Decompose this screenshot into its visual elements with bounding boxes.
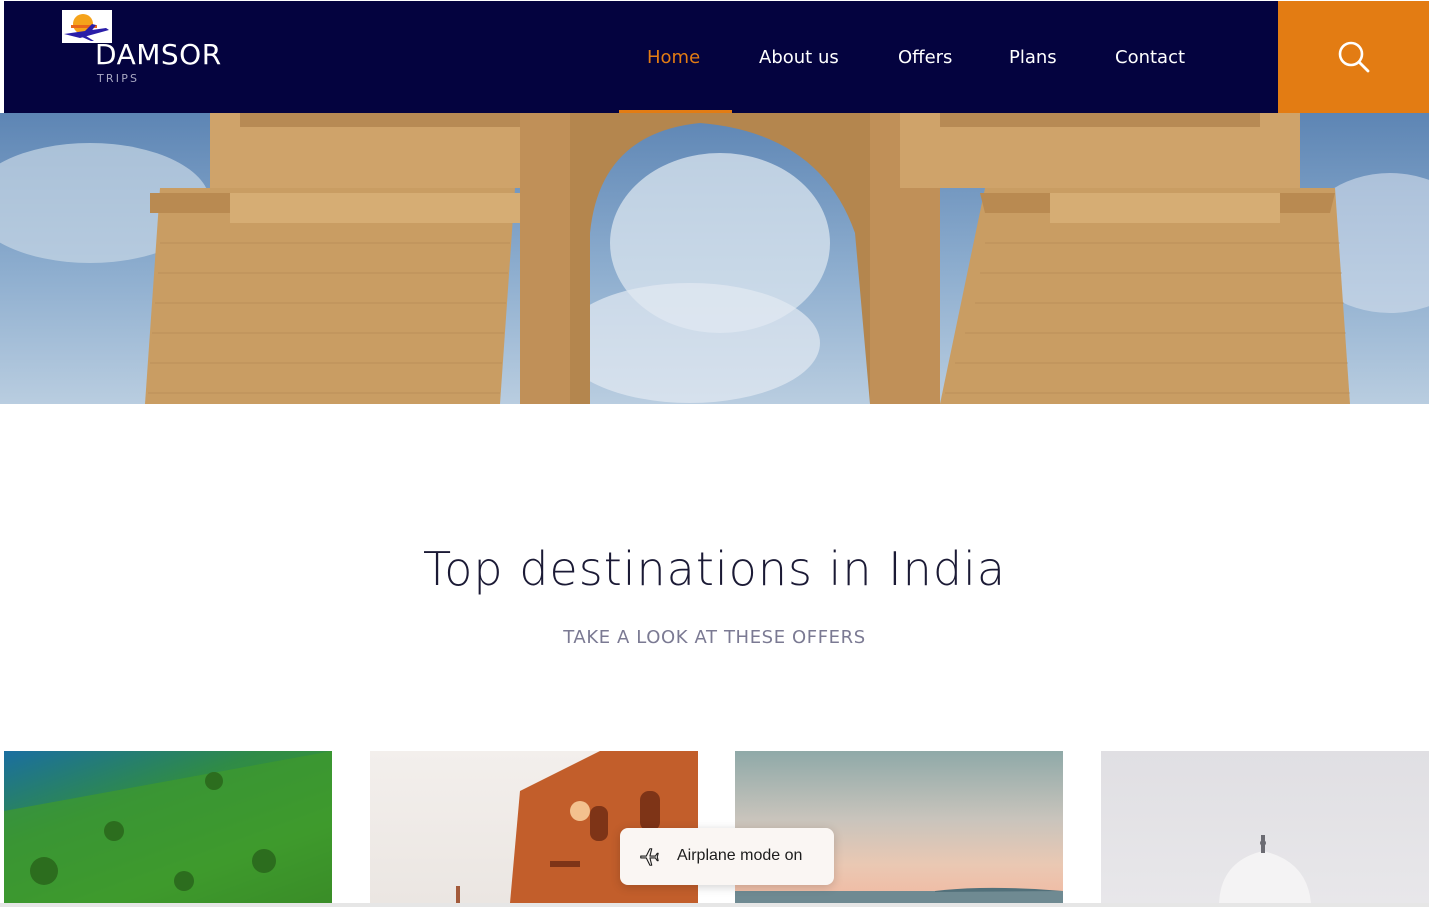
airplane-icon — [640, 848, 659, 866]
site-header: DAMSOR TRIPS Home About us Offers Plans … — [4, 1, 1278, 113]
nav-contact[interactable]: Contact — [1115, 1, 1185, 113]
nav-plans[interactable]: Plans — [1009, 1, 1057, 113]
search-icon — [1338, 41, 1369, 73]
brand-name[interactable]: DAMSOR — [95, 37, 222, 73]
toast-text: Airplane mode on — [677, 847, 803, 864]
brand-tagline: TRIPS — [97, 72, 140, 85]
nav-about-us[interactable]: About us — [759, 1, 839, 113]
section-subtitle: TAKE A LOOK AT THESE OFFERS — [563, 627, 866, 648]
nav-offers[interactable]: Offers — [898, 1, 952, 113]
search-button[interactable] — [1278, 1, 1429, 113]
destination-card-1[interactable] — [4, 751, 332, 903]
section-title: Top destinations in India — [422, 542, 1007, 596]
hero-image — [0, 113, 1429, 404]
destination-card-4[interactable] — [1101, 751, 1429, 903]
airplane-mode-toast[interactable]: Airplane mode on — [620, 828, 834, 885]
nav-home[interactable]: Home — [647, 1, 700, 113]
page-divider — [0, 903, 1429, 907]
